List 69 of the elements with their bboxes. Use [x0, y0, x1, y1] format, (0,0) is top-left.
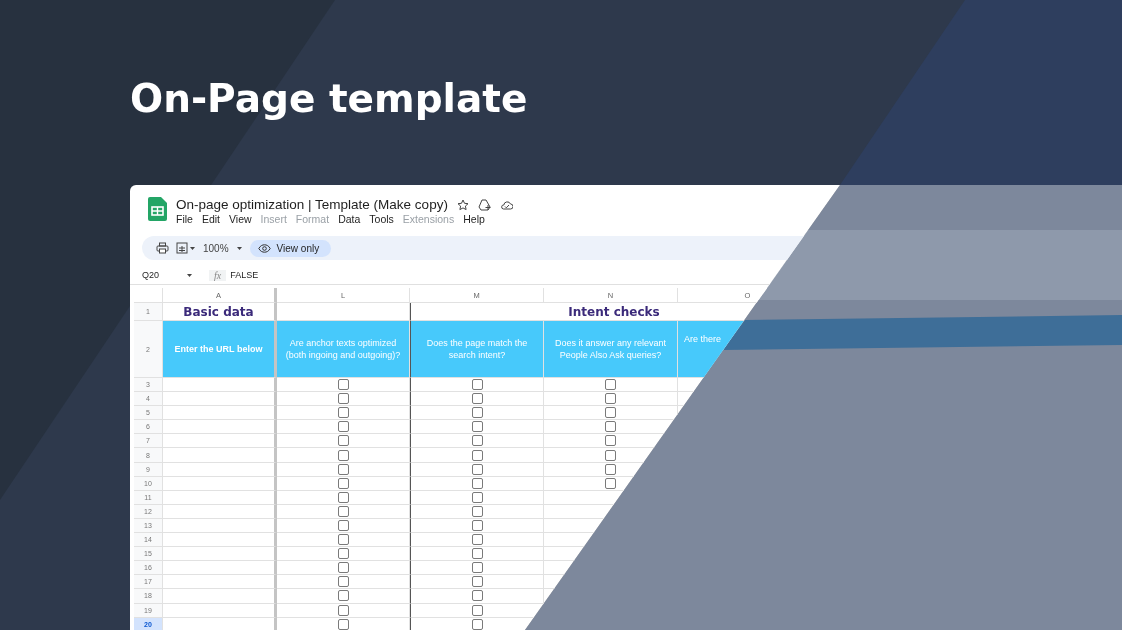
- checkbox[interactable]: [605, 421, 616, 433]
- format-caret-icon[interactable]: [176, 242, 196, 254]
- checkbox[interactable]: [605, 435, 616, 447]
- menu-item[interactable]: View: [229, 213, 252, 225]
- zoom-level[interactable]: 100%: [203, 242, 229, 254]
- checkbox[interactable]: [471, 548, 483, 560]
- checkbox[interactable]: [337, 505, 349, 517]
- checkbox[interactable]: [471, 421, 483, 433]
- checkbox[interactable]: [471, 491, 483, 503]
- checkbox[interactable]: [605, 449, 616, 461]
- checkbox[interactable]: [471, 463, 483, 475]
- checkbox[interactable]: [605, 407, 616, 419]
- checkbox[interactable]: [337, 421, 349, 433]
- checkbox[interactable]: [337, 548, 349, 560]
- checkbox[interactable]: [471, 604, 483, 616]
- checkbox[interactable]: [337, 449, 349, 461]
- menu-item[interactable]: Tools: [369, 213, 394, 225]
- checkbox[interactable]: [337, 435, 349, 447]
- cloud-icon[interactable]: [499, 198, 513, 211]
- checkbox[interactable]: [605, 393, 616, 405]
- checkbox[interactable]: [605, 379, 616, 391]
- checkbox[interactable]: [337, 520, 349, 531]
- formula-value[interactable]: FALSE: [230, 270, 259, 280]
- checkbox[interactable]: [471, 379, 483, 391]
- checkbox[interactable]: [605, 477, 616, 489]
- spreadsheet-logo-icon[interactable]: [148, 197, 167, 221]
- checkbox[interactable]: [471, 618, 483, 630]
- checkbox[interactable]: [471, 534, 483, 546]
- checkbox[interactable]: [471, 562, 483, 574]
- column-heading: Are anchor texts optimized (both ingoing and outgoing)?: [284, 336, 402, 362]
- menu-item[interactable]: Edit: [201, 213, 220, 225]
- page-title: On-Page template: [130, 76, 529, 123]
- checkbox[interactable]: [337, 604, 349, 616]
- menu-item[interactable]: Data: [338, 213, 361, 225]
- column-heading: Are there: [684, 333, 722, 346]
- checkbox[interactable]: [337, 407, 349, 419]
- star-icon[interactable]: [456, 198, 469, 211]
- menu-item[interactable]: File: [176, 213, 193, 225]
- checkbox[interactable]: [471, 520, 483, 531]
- formula-icon: fx: [209, 269, 227, 281]
- checkbox[interactable]: [471, 505, 483, 517]
- checkbox[interactable]: [337, 590, 349, 602]
- checkbox[interactable]: [471, 477, 483, 489]
- print-icon[interactable]: [156, 242, 169, 254]
- checkbox[interactable]: [337, 491, 349, 503]
- name-box[interactable]: Q20: [142, 270, 186, 280]
- column-heading: Enter the URL below: [174, 342, 263, 356]
- drive-add-icon[interactable]: [477, 198, 491, 211]
- checkbox[interactable]: [471, 393, 483, 405]
- column-heading: Does the page match the search intent?: [425, 336, 529, 362]
- document-title: On-page optimization | Template (Make copy): [176, 197, 448, 212]
- view-only-button[interactable]: View only: [249, 239, 332, 257]
- menu-item[interactable]: Help: [463, 213, 485, 225]
- checkbox[interactable]: [337, 477, 349, 489]
- eye-icon: [257, 243, 271, 253]
- checkbox[interactable]: [471, 435, 483, 447]
- checkbox[interactable]: [337, 463, 349, 475]
- checkbox[interactable]: [337, 393, 349, 405]
- checkbox[interactable]: [471, 590, 483, 602]
- checkbox[interactable]: [471, 576, 483, 588]
- checkbox[interactable]: [337, 534, 349, 546]
- checkbox[interactable]: [605, 463, 616, 475]
- checkbox[interactable]: [471, 449, 483, 461]
- checkbox[interactable]: [337, 618, 349, 630]
- checkbox[interactable]: [337, 576, 349, 588]
- column-heading: Does it answer any relevant People Also Ask queries?: [553, 336, 668, 362]
- checkbox[interactable]: [471, 407, 483, 419]
- checkbox[interactable]: [337, 562, 349, 574]
- checkbox[interactable]: [337, 379, 349, 391]
